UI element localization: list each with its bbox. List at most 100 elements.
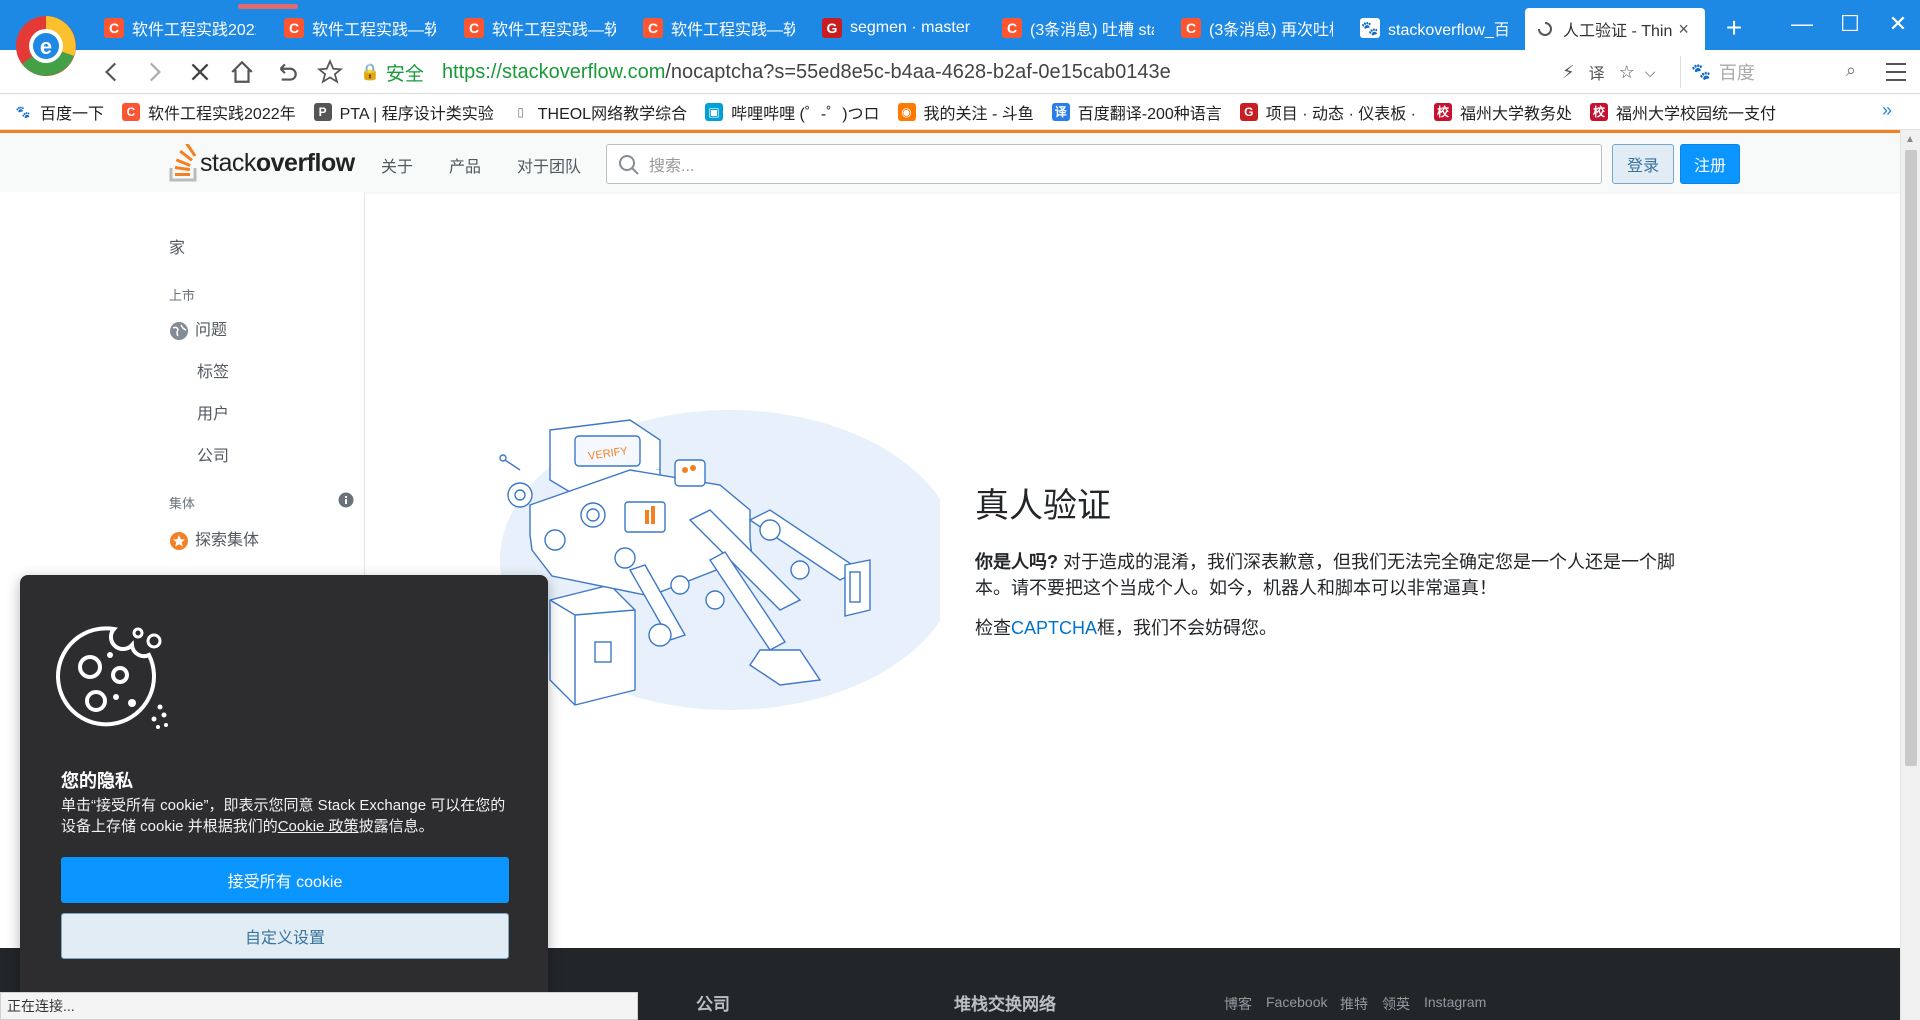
collectives-icon	[170, 531, 188, 550]
favorite-icon[interactable]: ☆	[1619, 62, 1635, 83]
bookmark-item[interactable]: ▣ 哔哩哔哩 (゜-゜)つロ	[705, 100, 880, 124]
bookmark-label: 百度翻译-200种语言	[1077, 105, 1222, 123]
customize-settings-button[interactable]: 自定义设置	[61, 913, 509, 959]
stop-icon[interactable]	[182, 54, 218, 90]
nav-about[interactable]: 关于	[381, 153, 413, 177]
cookie-text-post: 披露信息。	[358, 818, 434, 835]
sidebar-item-home[interactable]: 家	[169, 234, 185, 258]
so-logo[interactable]: stack overflow	[168, 143, 355, 183]
tab-label: 软件工程实践2022春	[132, 22, 256, 39]
undo-icon[interactable]	[268, 54, 304, 90]
bookmark-label: 我的关注 - 斗鱼	[923, 105, 1034, 123]
bookmark-label: THEOL网络教学综合	[537, 105, 688, 123]
footer-link-facebook[interactable]: Facebook	[1266, 994, 1327, 1010]
sidebar-label-questions: 问题	[195, 322, 228, 339]
close-tab-icon[interactable]: ×	[1678, 19, 1689, 40]
browser-status-bar: 正在连接...	[0, 992, 638, 1020]
sidebar-label-explore: 探索集体	[195, 532, 260, 549]
footer-heading-network[interactable]: 堆栈交换网络	[954, 990, 1056, 1015]
bookmark-star-icon[interactable]	[312, 54, 348, 90]
forward-icon[interactable]	[136, 54, 172, 90]
info-icon[interactable]	[338, 492, 354, 508]
tab-label: stackoverflow_百度	[1388, 22, 1508, 39]
tab-bar: C 软件工程实践2022春 C 软件工程实践—软件 C 软件工程实践—软件 C 软件工程实践—…	[0, 0, 1920, 50]
baidu-icon: 🐾	[1691, 64, 1711, 81]
browser-tab[interactable]: 🐾 stackoverflow_百度	[1350, 8, 1518, 48]
close-window-icon[interactable]: ✕	[1878, 6, 1918, 42]
so-search-input[interactable]: 搜索...	[606, 144, 1602, 184]
cookie-icon	[56, 626, 168, 729]
browser-tab[interactable]: C 软件工程实践—软件	[274, 8, 446, 48]
footer-link-instagram[interactable]: Instagram	[1424, 994, 1486, 1010]
bookmark-label: 福州大学教务处	[1460, 105, 1573, 123]
bookmark-item[interactable]: ◉ 我的关注 - 斗鱼	[897, 100, 1034, 124]
signup-button[interactable]: 注册	[1680, 144, 1740, 184]
scroll-up-icon[interactable]: ▲	[1905, 134, 1915, 145]
menu-icon[interactable]	[1880, 58, 1912, 86]
browser-tab[interactable]: C 软件工程实践—软件	[454, 8, 626, 48]
address-bar[interactable]: 🔒 安全 https://stackoverflow.com/nocaptcha…	[360, 54, 1560, 90]
search-engine-box[interactable]: 🐾 百度 ⌕	[1680, 56, 1866, 88]
sidebar-heading-public: 上市	[169, 288, 196, 303]
bookmark-item[interactable]: G 项目 · 动态 · 仪表板 ·	[1239, 100, 1417, 124]
sidebar-item-users[interactable]: 用户	[197, 400, 229, 424]
bookmark-item[interactable]: 校福州大学教务处	[1434, 100, 1572, 124]
sidebar-item-explore-collectives[interactable]: 探索集体	[169, 526, 259, 551]
scrollbar-thumb[interactable]	[1905, 150, 1917, 766]
secure-label: 安全	[385, 63, 424, 85]
search-icon[interactable]: ⌕	[1846, 60, 1856, 81]
bookmark-item[interactable]: ▯ THEOL网络教学综合	[512, 100, 687, 124]
captcha-hint: 检查CAPTCHA框，我们不会妨碍您。	[975, 615, 1675, 641]
new-tab-button[interactable]: +	[1714, 8, 1754, 48]
nav-products[interactable]: 产品	[449, 153, 481, 177]
browser-tab[interactable]: C 软件工程实践2022春	[94, 8, 266, 48]
browser-tab[interactable]: 人工验证 - Thin ×	[1525, 8, 1705, 50]
bookmark-label: 福州大学校园统一支付	[1616, 105, 1777, 123]
bookmark-label: 项目 · 动态 · 仪表板 ·	[1265, 105, 1417, 123]
captcha-post: 框，我们不会妨碍您。	[1097, 618, 1278, 638]
maximize-icon[interactable]: ☐	[1830, 6, 1870, 42]
footer-link-twitter[interactable]: 推特	[1340, 994, 1368, 1014]
accept-all-cookies-button[interactable]: 接受所有 cookie	[61, 857, 509, 903]
sidebar-item-questions[interactable]: 问题	[169, 316, 227, 341]
fzu-icon: 校	[1590, 102, 1609, 121]
footer-heading-company[interactable]: 公司	[696, 990, 730, 1015]
bookmark-item[interactable]: 校福州大学校园统一支付	[1590, 100, 1776, 124]
sidebar-item-companies[interactable]: 公司	[197, 442, 229, 466]
so-header: stack overflow 关于 产品 对于团队 搜索... 登录 注册	[0, 130, 1900, 192]
minimize-icon[interactable]: —	[1782, 6, 1822, 42]
bookmark-item[interactable]: P PTA | 程序设计类实验	[313, 100, 494, 124]
bookmark-item[interactable]: 🐾 百度一下	[14, 100, 105, 124]
logo-text-overflow: overflow	[255, 148, 355, 177]
browser-tab[interactable]: C (3条消息) 再次吐槽	[1171, 8, 1343, 48]
svg-text:e: e	[40, 34, 52, 59]
browser-tab[interactable]: Gsegmen · master ·	[812, 8, 984, 48]
tab-label: (3条消息) 再次吐槽	[1209, 22, 1333, 39]
chevron-down-icon[interactable]: ⌵	[1645, 64, 1656, 81]
page-scrollbar[interactable]: ▲	[1900, 130, 1920, 1020]
bookmark-item[interactable]: 译百度翻译-200种语言	[1051, 100, 1222, 124]
douyu-icon: ◉	[897, 102, 916, 121]
lock-icon: 🔒	[360, 64, 380, 81]
bookmark-item[interactable]: C 软件工程实践2022年	[122, 100, 296, 124]
back-icon[interactable]	[94, 54, 130, 90]
cookie-description: 单击“接受所有 cookie”，即表示您同意 Stack Exchange 可以…	[61, 795, 511, 837]
cookie-policy-link[interactable]: Cookie 政策	[278, 818, 359, 835]
verification-text: 对于造成的混淆，我们深表歉意，但我们无法完全确定您是一个人还是一个脚本。请不要把…	[975, 552, 1675, 598]
sidebar-item-tags[interactable]: 标签	[197, 358, 229, 382]
human-question: 你是人吗?	[975, 552, 1058, 572]
footer-link-blog[interactable]: 博客	[1224, 994, 1252, 1014]
browser-tab[interactable]: C (3条消息) 吐槽 stac	[992, 8, 1164, 48]
browser-tab[interactable]: C 软件工程实践—软件	[633, 8, 805, 48]
loading-icon	[1535, 19, 1555, 39]
csdn-icon: C	[284, 18, 304, 38]
translate-icon[interactable]: 译	[1589, 60, 1605, 84]
captcha-link[interactable]: CAPTCHA	[1011, 618, 1097, 638]
login-button[interactable]: 登录	[1612, 144, 1674, 184]
lightning-icon[interactable]: ⚡	[1562, 62, 1575, 83]
csdn-icon: C	[643, 18, 663, 38]
home-icon[interactable]	[224, 54, 260, 90]
bookmarks-more-icon[interactable]: »	[1882, 100, 1892, 121]
nav-for-teams[interactable]: 对于团队	[517, 153, 581, 177]
footer-link-linkedin[interactable]: 领英	[1382, 994, 1410, 1014]
